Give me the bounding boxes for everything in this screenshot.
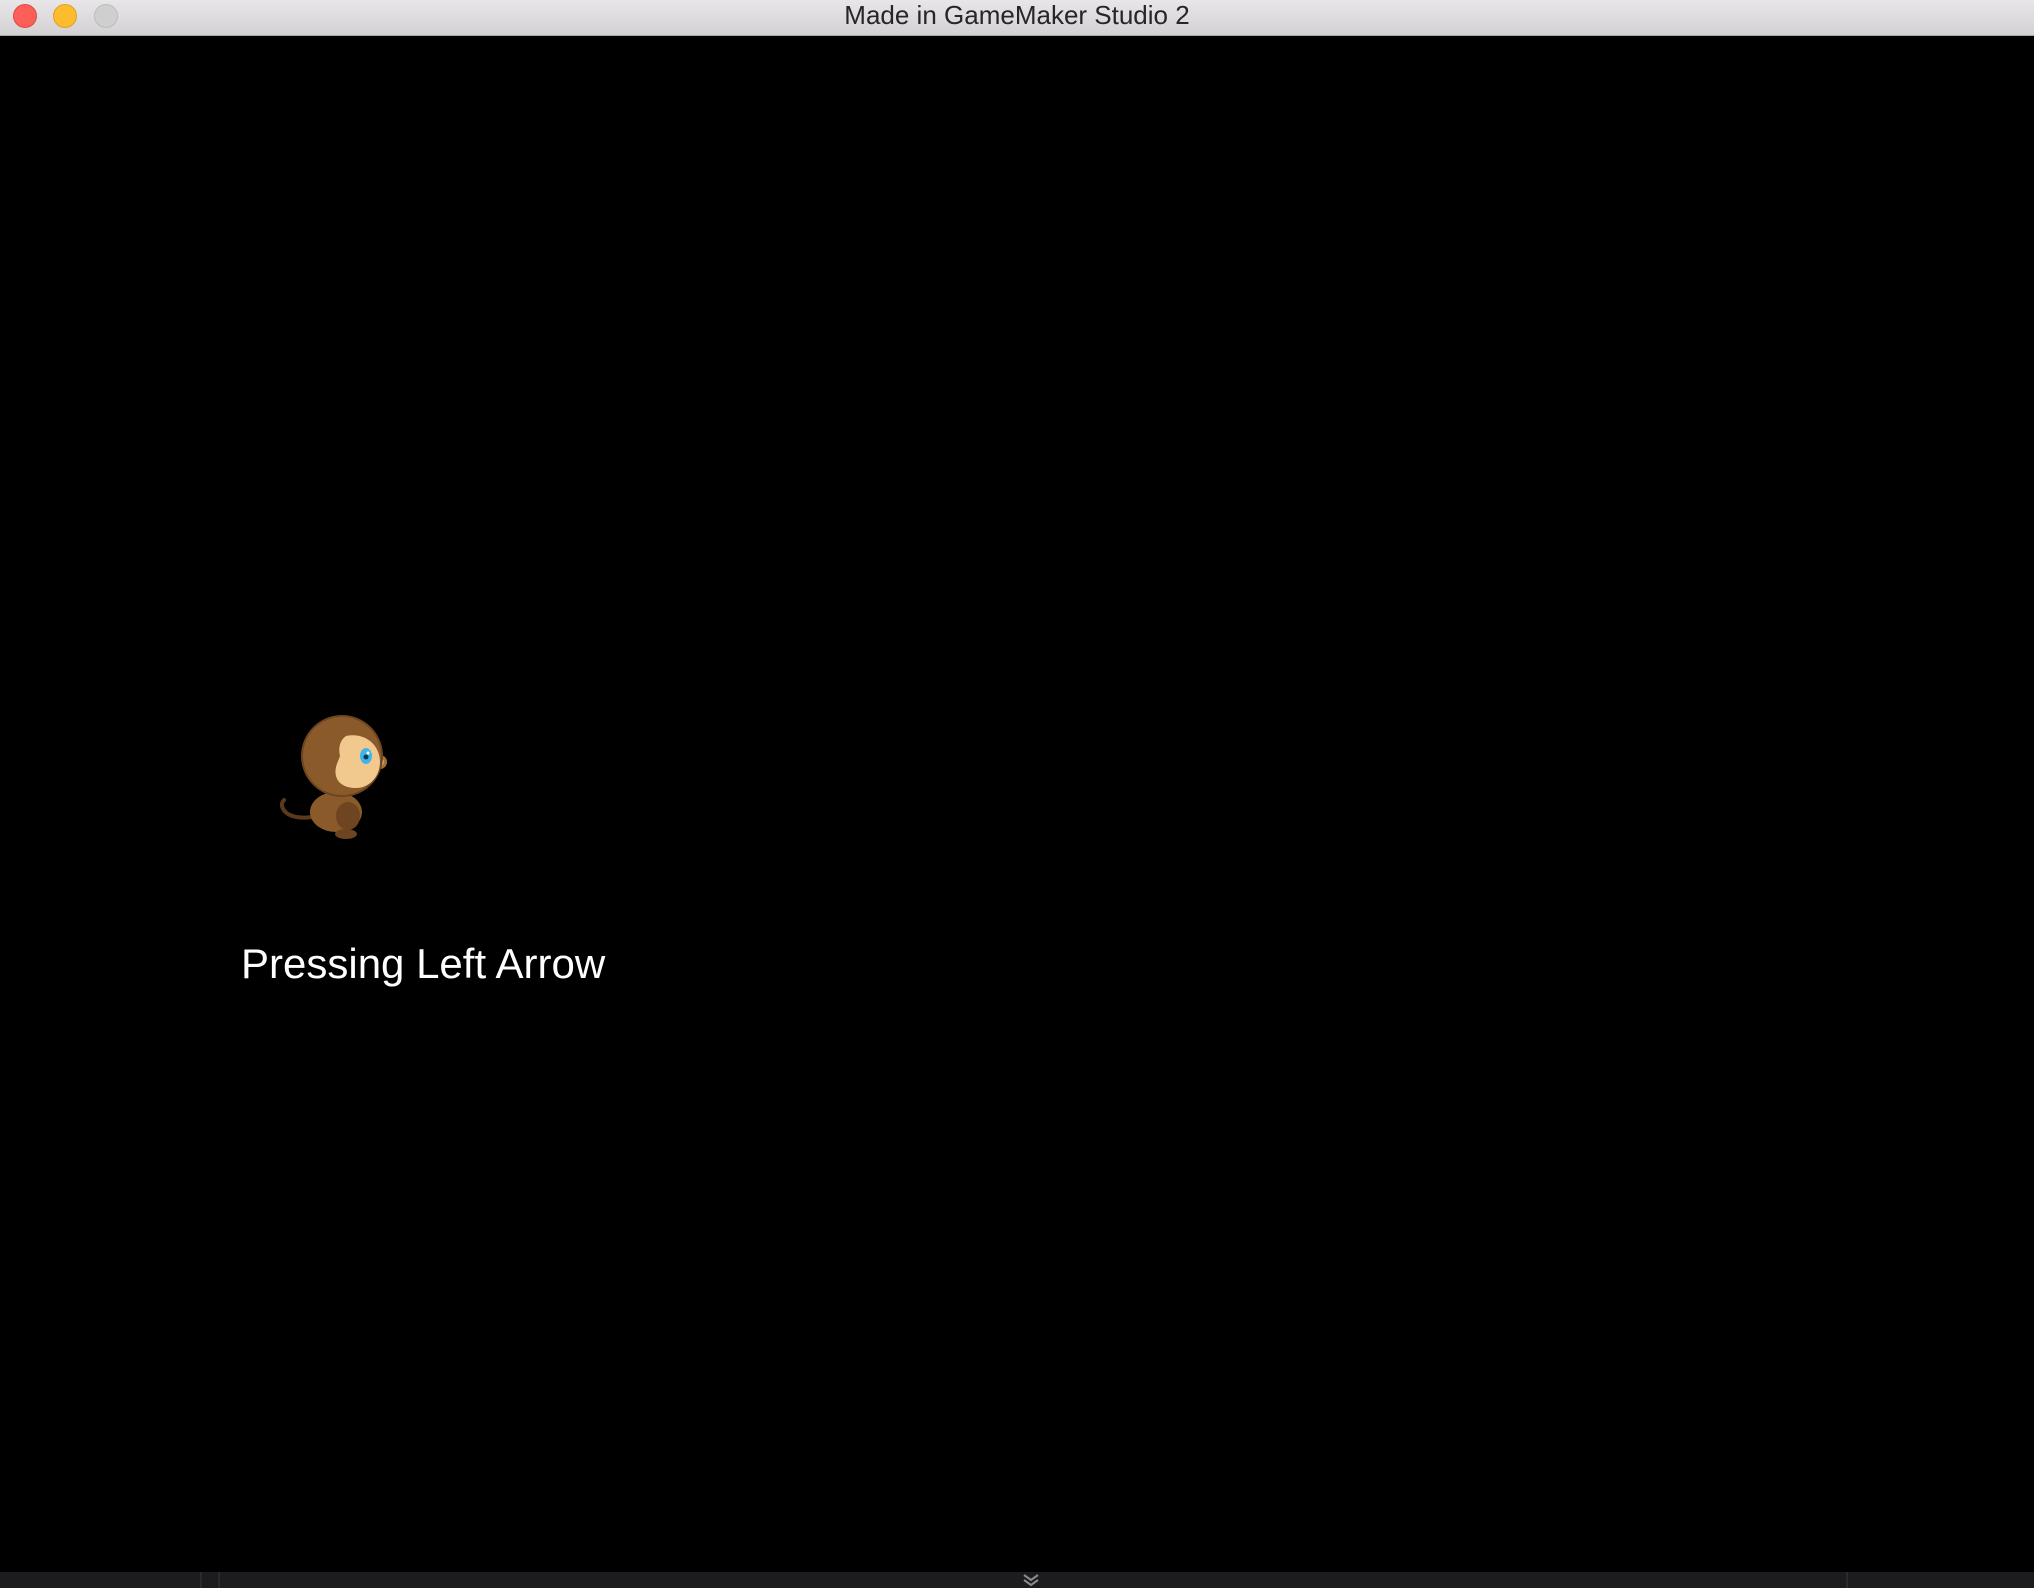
game-window: Made in GameMaker Studio 2 Pressing Left… [0,0,2034,1588]
status-text: Pressing Left Arrow [241,940,606,987]
chevron-down-double-icon[interactable] [1020,1570,1042,1588]
window-title: Made in GameMaker Studio 2 [844,0,1190,30]
bottom-strip [0,1572,2034,1588]
strip-divider-right [1846,1572,1848,1588]
title-bar[interactable]: Made in GameMaker Studio 2 [0,0,2034,36]
monkey-character [279,715,387,839]
monkey-foot [335,829,357,839]
strip-divider-left-2 [218,1572,220,1588]
game-viewport[interactable]: Pressing Left Arrow [0,36,2034,1572]
strip-divider-left [200,1572,202,1588]
